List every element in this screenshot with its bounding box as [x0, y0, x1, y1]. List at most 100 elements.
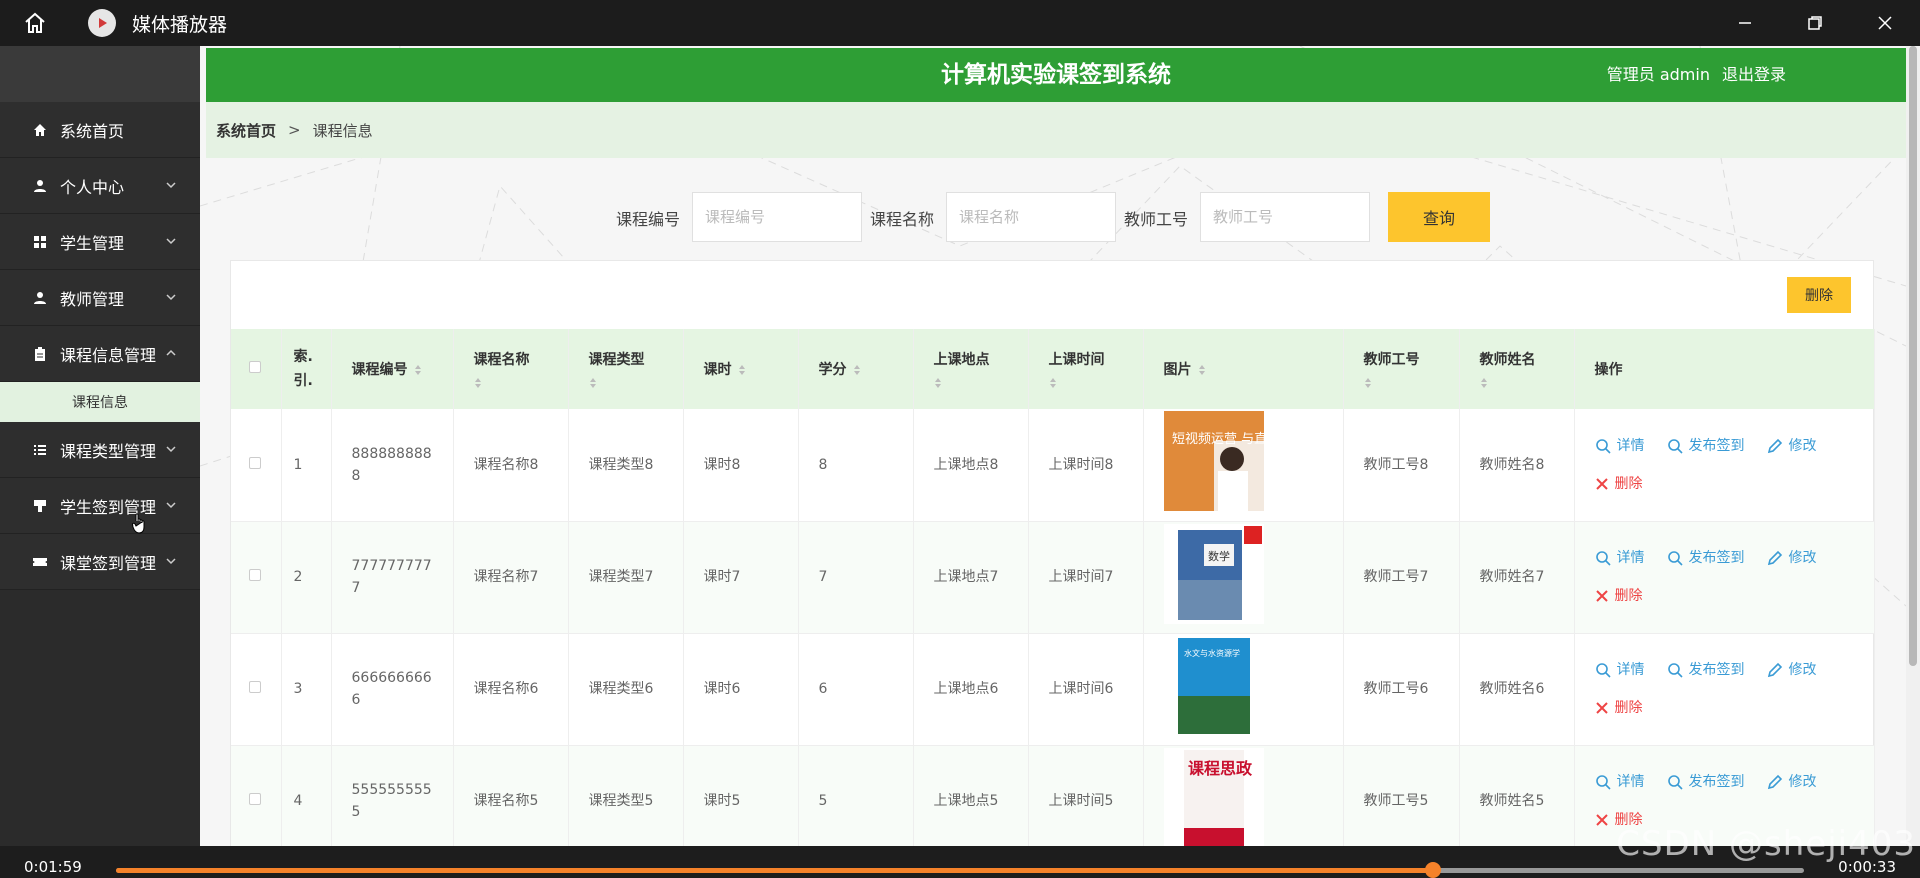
edit-icon: [1767, 662, 1782, 678]
sort-icon: [589, 378, 596, 388]
home-icon: [32, 122, 48, 138]
cover-title-text: 水文与水资源学: [1184, 648, 1240, 658]
scrollbar-thumb[interactable]: [1909, 46, 1917, 666]
search-button[interactable]: 查询: [1388, 192, 1490, 242]
breadcrumb-current: 课程信息: [312, 121, 373, 140]
teacher-id-input[interactable]: [1200, 192, 1370, 242]
edit-button[interactable]: 修改: [1767, 547, 1817, 569]
sidebar-subitem-label: 课程信息: [72, 395, 128, 411]
column-header-actions: 操作: [1594, 362, 1623, 378]
publish-checkin-button[interactable]: 发布签到: [1667, 547, 1745, 569]
cell-code: 777777777 7: [351, 558, 432, 596]
cell-time: 上课时间6: [1048, 681, 1114, 697]
publish-checkin-button[interactable]: 发布签到: [1667, 659, 1745, 681]
edit-button[interactable]: 修改: [1767, 435, 1817, 457]
mouse-cursor-icon: [132, 513, 145, 534]
sidebar-item-teachers[interactable]: 教师管理: [0, 270, 200, 326]
sidebar-header: [0, 46, 200, 102]
cell-time: 上课时间7: [1048, 569, 1114, 585]
row-checkbox[interactable]: [249, 793, 261, 805]
select-all-checkbox[interactable]: [249, 361, 261, 373]
edit-button[interactable]: 修改: [1767, 659, 1817, 681]
batch-delete-button[interactable]: 删除: [1787, 277, 1851, 313]
sidebar-item-label: 学生管理: [60, 233, 125, 253]
publish-checkin-button[interactable]: 发布签到: [1667, 435, 1745, 457]
column-header-teacher-name: 教师姓名: [1479, 352, 1536, 368]
vertical-scrollbar[interactable]: [1906, 46, 1920, 846]
close-icon: [1595, 590, 1608, 602]
stamp-icon: [32, 498, 48, 514]
close-icon: [1595, 478, 1608, 490]
minimize-button[interactable]: [1710, 0, 1780, 46]
sidebar-item-course-types[interactable]: 课程类型管理: [0, 422, 200, 478]
cell-teacher-id: 教师工号7: [1363, 569, 1429, 585]
delete-button[interactable]: 删除: [1595, 473, 1643, 495]
app-header: 计算机实验课签到系统 管理员 admin 退出登录: [206, 48, 1906, 102]
close-button[interactable]: [1850, 0, 1920, 46]
chevron-down-icon: [166, 238, 176, 245]
search-form: 课程编号 课程名称 教师工号 查询: [200, 192, 1906, 242]
sidebar-item-class-checkin[interactable]: 课堂签到管理: [0, 534, 200, 590]
detail-button[interactable]: 详情: [1595, 547, 1645, 569]
sidebar-item-home[interactable]: 系统首页: [0, 102, 200, 158]
sidebar-item-label: 个人中心: [60, 177, 125, 197]
sidebar-item-label: 课堂签到管理: [60, 553, 157, 573]
sidebar-item-students[interactable]: 学生管理: [0, 214, 200, 270]
course-code-input[interactable]: [692, 192, 862, 242]
clipboard-icon: [32, 346, 48, 362]
cell-index: 1: [293, 456, 303, 473]
breadcrumb: 系统首页 > 课程信息: [206, 102, 1906, 158]
publish-checkin-button[interactable]: 发布签到: [1667, 771, 1745, 793]
user-icon: [32, 290, 48, 306]
column-header-credit: 学分: [818, 362, 847, 378]
cell-hours: 课时5: [703, 793, 741, 809]
edit-icon: [1767, 774, 1782, 790]
delete-button[interactable]: 删除: [1595, 697, 1643, 719]
search-icon: [1667, 663, 1683, 678]
cell-type: 课程类型5: [588, 793, 654, 809]
home-button[interactable]: [0, 0, 70, 46]
table-header-row: 索. 引. 课程编号 课程名称 课程类型 课时 学分 上课地点 上课时间 图片 教…: [231, 329, 1875, 409]
cell-name: 课程名称6: [473, 681, 539, 697]
cell-code: 666666666 6: [351, 670, 432, 708]
cell-place: 上课地点5: [933, 793, 999, 809]
cell-index: 2: [293, 569, 303, 585]
course-name-input[interactable]: [946, 192, 1116, 242]
edit-button[interactable]: 修改: [1767, 771, 1817, 793]
search-icon: [1595, 663, 1611, 678]
elapsed-time: 0:01:59: [24, 858, 82, 876]
search-icon: [1667, 438, 1683, 454]
chevron-up-icon: [166, 349, 176, 356]
sidebar-item-label: 教师管理: [60, 289, 125, 309]
detail-button[interactable]: 详情: [1595, 659, 1645, 681]
sort-icon: [1364, 378, 1371, 388]
row-checkbox[interactable]: [249, 681, 261, 693]
row-checkbox[interactable]: [249, 569, 261, 581]
media-player-logo-icon: [88, 9, 116, 37]
close-icon: [1595, 814, 1608, 826]
breadcrumb-home-link[interactable]: 系统首页: [216, 120, 276, 141]
chevron-down-icon: [166, 558, 176, 565]
minimize-icon: [1739, 22, 1751, 24]
sidebar-item-personal[interactable]: 个人中心: [0, 158, 200, 214]
cell-credit: 8: [818, 456, 828, 473]
sidebar-item-course-info[interactable]: 课程信息管理: [0, 326, 200, 382]
seek-bar[interactable]: [116, 862, 1804, 878]
admin-user-label: 管理员 admin: [1606, 65, 1710, 84]
edit-icon: [1767, 438, 1782, 453]
table-row: 2 777777777 7 课程名称7 课程类型7 课时7 7 上课地点7 上课…: [231, 521, 1875, 634]
cell-type: 课程类型6: [588, 681, 654, 697]
detail-button[interactable]: 详情: [1595, 771, 1645, 793]
restore-button[interactable]: [1780, 0, 1850, 46]
seek-bar-handle[interactable]: [1424, 862, 1441, 878]
logout-link[interactable]: 退出登录: [1722, 65, 1786, 84]
chevron-down-icon: [166, 446, 176, 453]
column-header-type: 课程类型: [588, 352, 645, 368]
sidebar-item-label: 课程类型管理: [60, 441, 157, 461]
sidebar-item-student-checkin[interactable]: 学生签到管理: [0, 478, 200, 534]
delete-button[interactable]: 删除: [1595, 585, 1643, 607]
course-cover-image: 数学: [1163, 523, 1264, 624]
detail-button[interactable]: 详情: [1595, 435, 1645, 457]
row-checkbox[interactable]: [249, 456, 261, 469]
sidebar-subitem-course-info[interactable]: 课程信息: [0, 382, 200, 422]
